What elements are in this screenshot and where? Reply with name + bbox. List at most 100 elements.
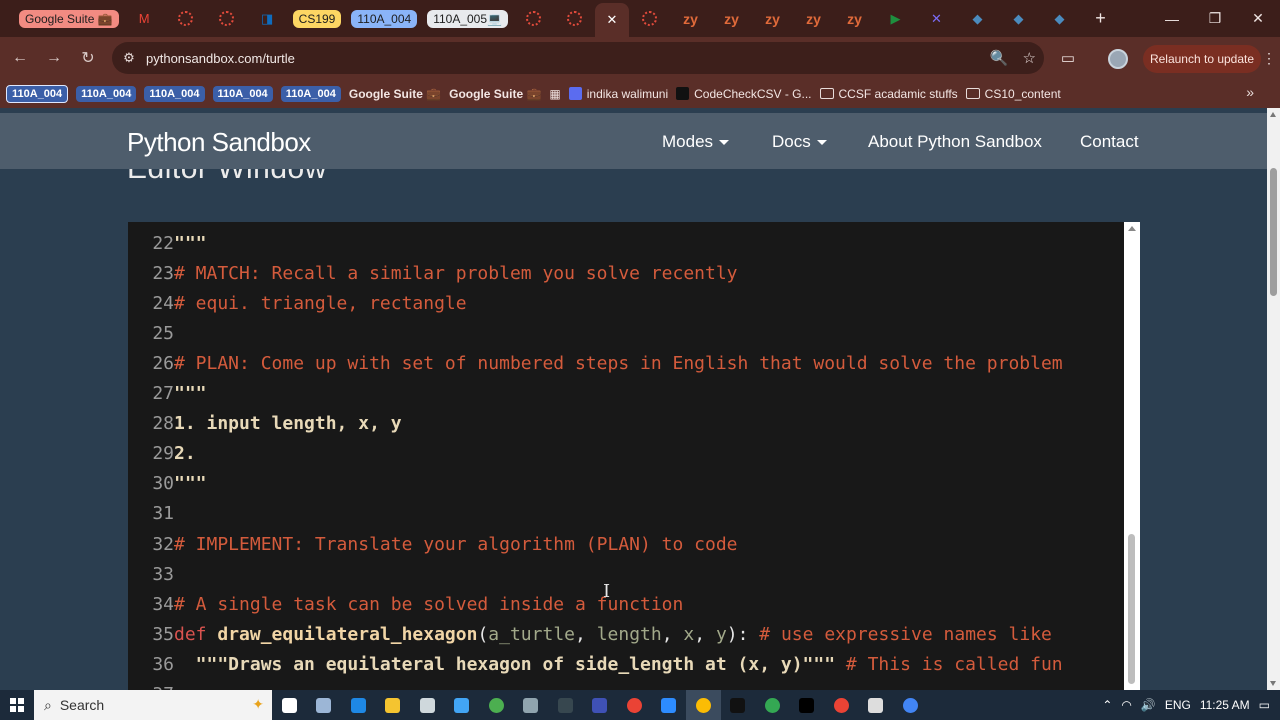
cast-icon[interactable]: ▭ bbox=[1055, 45, 1081, 71]
taskbar-app[interactable] bbox=[824, 690, 859, 720]
code-token: y bbox=[715, 623, 727, 645]
browser-tab[interactable]: ◆ bbox=[998, 5, 1039, 33]
bookmark-110a[interactable]: 110A_004 bbox=[6, 84, 69, 103]
browser-tab[interactable] bbox=[206, 5, 247, 33]
close-tab-icon[interactable]: ✕ bbox=[607, 12, 618, 28]
bookmark-110a[interactable]: 110A_004 bbox=[76, 85, 137, 102]
browser-tab[interactable]: zy bbox=[711, 5, 752, 33]
taskbar-app[interactable] bbox=[686, 690, 721, 720]
chrome-icon bbox=[695, 697, 711, 713]
browser-tab[interactable] bbox=[554, 5, 595, 33]
maximize-button[interactable]: ❐ bbox=[1193, 0, 1237, 37]
chrome-icon bbox=[902, 697, 918, 713]
taskbar-app[interactable] bbox=[617, 690, 652, 720]
browser-tab[interactable]: ◨ bbox=[247, 5, 288, 33]
bookmark-110a[interactable]: 110A_004 bbox=[280, 85, 341, 102]
browser-tab[interactable]: ▶ bbox=[875, 5, 916, 33]
taskbar-app[interactable] bbox=[583, 690, 618, 720]
minimize-button[interactable]: — bbox=[1150, 0, 1194, 37]
more-bookmarks-icon[interactable]: » bbox=[1246, 84, 1254, 100]
scroll-up-icon[interactable] bbox=[1128, 226, 1136, 231]
wifi-icon[interactable]: ◠ bbox=[1121, 698, 1131, 712]
browser-tab[interactable] bbox=[629, 5, 670, 33]
bookmark-folder[interactable]: CS10_content bbox=[965, 87, 1061, 101]
browser-tab[interactable] bbox=[165, 5, 206, 33]
browser-tab[interactable]: ◆ bbox=[957, 5, 998, 33]
browser-tab[interactable]: zy bbox=[752, 5, 793, 33]
taskbar-app[interactable] bbox=[755, 690, 790, 720]
nav-contact[interactable]: Contact bbox=[1080, 132, 1139, 152]
bookmark-item[interactable]: CodeCheckCSV - G... bbox=[676, 87, 812, 101]
bookmark-label: CCSF acadamic stuffs bbox=[838, 86, 958, 101]
taskbar-app[interactable] bbox=[514, 690, 549, 720]
taskbar-app[interactable] bbox=[341, 690, 376, 720]
site-settings-icon[interactable]: ⚙ bbox=[112, 50, 146, 66]
menu-icon[interactable]: ⋮ bbox=[1262, 50, 1276, 67]
new-tab-button[interactable]: + bbox=[1080, 5, 1121, 33]
taskbar-app[interactable] bbox=[410, 690, 445, 720]
taskbar: ⌕ Search ✦ bbox=[0, 690, 1280, 720]
start-button[interactable] bbox=[0, 690, 34, 720]
browser-tab[interactable]: zy bbox=[834, 5, 875, 33]
taskbar-app[interactable] bbox=[479, 690, 514, 720]
bookmark-star-icon[interactable]: ☆ bbox=[1023, 49, 1036, 67]
taskbar-app[interactable] bbox=[376, 690, 411, 720]
taskbar-app[interactable] bbox=[307, 690, 342, 720]
editor-scrollbar[interactable] bbox=[1124, 222, 1140, 692]
taskbar-app[interactable] bbox=[272, 690, 307, 720]
taskbar-app[interactable] bbox=[445, 690, 480, 720]
outlook-icon: ◨ bbox=[261, 10, 274, 26]
reload-button[interactable]: ↻ bbox=[71, 41, 105, 75]
browser-tab[interactable]: zy bbox=[793, 5, 834, 33]
bookmark-google-suite[interactable]: Google Suite 💼 bbox=[449, 87, 541, 101]
apps-grid-icon[interactable]: ▦ bbox=[549, 87, 560, 101]
browser-tab[interactable]: zy bbox=[670, 5, 711, 33]
page-scrollbar[interactable] bbox=[1267, 108, 1280, 690]
taskbar-app[interactable] bbox=[859, 690, 894, 720]
bookmark-110a[interactable]: 110A_004 bbox=[212, 85, 273, 102]
address-bar[interactable]: ⚙ pythonsandbox.com/turtle 🔍 ☆ bbox=[112, 42, 1044, 74]
browser-tab[interactable]: Google Suite 💼 bbox=[19, 5, 119, 33]
taskbar-app[interactable] bbox=[652, 690, 687, 720]
browser-tab[interactable]: ◆ bbox=[1039, 5, 1080, 33]
code-editor[interactable]: 22 """ 23 # MATCH: Recall a similar problem… bbox=[128, 222, 1140, 690]
chevron-up-icon[interactable]: ⌃ bbox=[1102, 698, 1112, 712]
browser-tab[interactable] bbox=[513, 5, 554, 33]
page-scroll-thumb[interactable] bbox=[1270, 168, 1277, 296]
taskbar-app[interactable] bbox=[721, 690, 756, 720]
volume-icon[interactable]: 🔊 bbox=[1141, 698, 1156, 712]
forward-button[interactable]: → bbox=[37, 41, 71, 75]
browser-tab[interactable]: 110A_004 bbox=[351, 5, 418, 33]
clock[interactable]: 11:25 AM bbox=[1200, 698, 1250, 712]
scroll-up-icon[interactable] bbox=[1270, 112, 1276, 117]
url-text[interactable]: pythonsandbox.com/turtle bbox=[146, 51, 295, 66]
bookmark-google-suite[interactable]: Google Suite 💼 bbox=[349, 87, 441, 101]
browser-tab[interactable]: ✕ bbox=[594, 3, 629, 37]
profile-avatar[interactable] bbox=[1108, 49, 1128, 69]
browser-tab[interactable]: 110A_005💻 bbox=[427, 5, 508, 33]
taskbar-search[interactable]: ⌕ Search ✦ bbox=[34, 690, 272, 720]
bookmark-110a[interactable]: 110A_004 bbox=[144, 85, 205, 102]
nav-about[interactable]: About Python Sandbox bbox=[868, 132, 1042, 152]
zoom-icon[interactable]: 🔍 bbox=[990, 49, 1009, 67]
site-brand[interactable]: Python Sandbox bbox=[127, 127, 311, 158]
browser-tab[interactable]: ✕ bbox=[916, 5, 957, 33]
browser-tab[interactable]: M bbox=[124, 5, 165, 33]
back-button[interactable]: ← bbox=[3, 41, 37, 75]
taskbar-app[interactable] bbox=[790, 690, 825, 720]
notification-icon[interactable]: ▭ bbox=[1259, 698, 1270, 712]
close-window-button[interactable]: ✕ bbox=[1236, 0, 1280, 37]
nav-modes[interactable]: Modes bbox=[662, 132, 730, 152]
taskbar-app[interactable] bbox=[548, 690, 583, 720]
bookmark-item[interactable]: indika walimuni bbox=[568, 87, 668, 101]
browser-tab[interactable]: CS199 bbox=[292, 5, 342, 33]
taskbar-app[interactable] bbox=[893, 690, 928, 720]
nav-docs[interactable]: Docs bbox=[772, 132, 827, 152]
bookmark-folder[interactable]: CCSF acadamic stuffs bbox=[819, 86, 958, 101]
relaunch-button[interactable]: Relaunch to update bbox=[1143, 45, 1261, 73]
app-icon bbox=[454, 697, 470, 713]
code-line: 28 1. input length, x, y bbox=[128, 409, 401, 439]
editor-scroll-thumb[interactable] bbox=[1128, 534, 1135, 684]
language-indicator[interactable]: ENG bbox=[1165, 698, 1191, 712]
scroll-down-icon[interactable] bbox=[1270, 681, 1276, 686]
